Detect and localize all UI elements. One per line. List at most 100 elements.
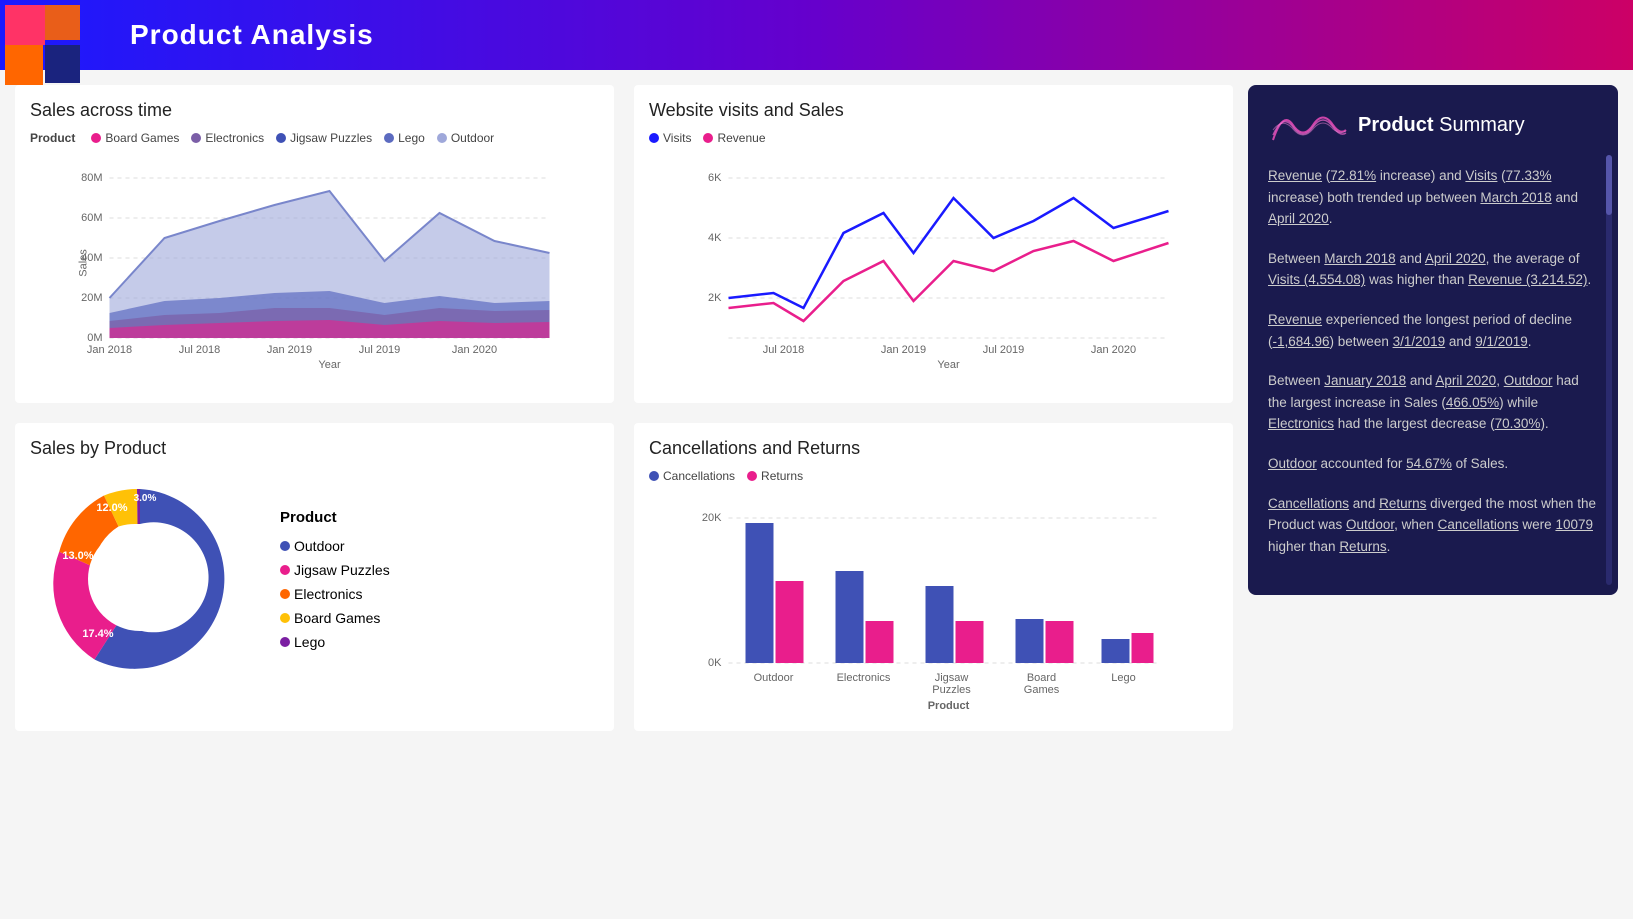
returns-label: Returns	[761, 469, 803, 483]
website-visits-title: Website visits and Sales	[649, 100, 1218, 121]
lego-label: Lego	[398, 131, 425, 145]
outdoor-label: Outdoor	[451, 131, 494, 145]
svg-text:Year: Year	[937, 359, 960, 371]
svg-text:Lego: Lego	[1111, 672, 1135, 684]
svg-text:Puzzles: Puzzles	[932, 684, 971, 696]
visits-dot	[649, 133, 659, 143]
outdoor-product-dot	[280, 541, 290, 551]
main-content: Sales across time Product Board Games El…	[0, 70, 1633, 746]
electronics-product-label: Electronics	[294, 586, 362, 602]
svg-text:Jul 2019: Jul 2019	[983, 344, 1025, 356]
returns-dot	[747, 471, 757, 481]
svg-text:Board: Board	[1027, 672, 1056, 684]
electronics-dot	[191, 133, 201, 143]
svg-text:Outdoor: Outdoor	[754, 672, 794, 684]
legend-outdoor-product: Outdoor	[280, 538, 390, 554]
svg-text:12.0%: 12.0%	[96, 502, 127, 514]
outdoor-dot	[437, 133, 447, 143]
board-games-label: Board Games	[105, 131, 179, 145]
svg-text:Jan 2020: Jan 2020	[452, 344, 497, 356]
legend-outdoor: Outdoor	[437, 131, 494, 145]
svg-text:Sales: Sales	[78, 249, 90, 277]
svg-text:Jul 2019: Jul 2019	[359, 344, 401, 356]
svg-text:60M: 60M	[81, 212, 102, 224]
wave-icon	[1268, 105, 1348, 145]
svg-text:13.0%: 13.0%	[62, 550, 93, 562]
logo-sq1	[5, 5, 45, 45]
svg-text:80M: 80M	[81, 172, 102, 184]
page-title: Product Analysis	[130, 19, 374, 51]
svg-text:Jul 2018: Jul 2018	[179, 344, 221, 356]
svg-text:2K: 2K	[708, 292, 722, 304]
header: Product Analysis	[0, 0, 1633, 70]
lego-product-dot	[280, 637, 290, 647]
visits-legend: Visits Revenue	[649, 131, 1218, 145]
revenue-label: Revenue	[717, 131, 765, 145]
board-games-product-label: Board Games	[294, 610, 380, 626]
svg-text:Jan 2019: Jan 2019	[267, 344, 312, 356]
svg-text:0K: 0K	[708, 657, 722, 669]
electronics-label: Electronics	[205, 131, 264, 145]
legend-board-games: Board Games	[91, 131, 179, 145]
header-logo	[0, 0, 85, 120]
lego-product-label: Lego	[294, 634, 325, 650]
legend-jigsaw: Jigsaw Puzzles	[276, 131, 372, 145]
cancellations-chart: 20K 0K	[649, 491, 1218, 716]
summary-para-5: Outdoor accounted for 54.67% of Sales.	[1268, 453, 1598, 475]
logo-sq4	[45, 45, 80, 83]
legend-lego: Lego	[384, 131, 425, 145]
sales-time-legend: Product Board Games Electronics Jigsaw P…	[30, 131, 599, 145]
scrollbar-thumb[interactable]	[1606, 155, 1612, 215]
svg-text:54.7%: 54.7%	[169, 560, 200, 572]
visits-label: Visits	[663, 131, 691, 145]
jigsaw-label: Jigsaw Puzzles	[290, 131, 372, 145]
scrollbar-track[interactable]	[1606, 155, 1612, 585]
product-legend: Product Outdoor Jigsaw Puzzles Electroni…	[280, 509, 390, 650]
svg-text:Jan 2020: Jan 2020	[1091, 344, 1136, 356]
logo-sq3	[5, 45, 43, 85]
product-legend-title: Product	[280, 509, 390, 526]
svg-text:20K: 20K	[702, 512, 722, 524]
legend-returns: Returns	[747, 469, 803, 483]
svg-text:Product: Product	[928, 700, 970, 711]
summary-para-2: Between March 2018 and April 2020, the a…	[1268, 248, 1598, 291]
summary-panel: Product Summary Revenue (72.81% increase…	[1248, 85, 1618, 595]
website-visits-section: Website visits and Sales Visits Revenue …	[634, 85, 1233, 403]
cancellations-legend: Cancellations Returns	[649, 469, 1218, 483]
sales-across-time-title: Sales across time	[30, 100, 599, 121]
cancellations-section: Cancellations and Returns Cancellations …	[634, 423, 1233, 731]
logo-sq2	[45, 5, 80, 40]
donut-chart: 54.7% 17.4% 13.0% 12.0% 3.0%	[30, 469, 250, 689]
svg-text:6K: 6K	[708, 172, 722, 184]
sales-product-content: 54.7% 17.4% 13.0% 12.0% 3.0% Product Out…	[30, 469, 599, 689]
electronics-product-dot	[280, 589, 290, 599]
svg-text:Jigsaw: Jigsaw	[935, 672, 969, 684]
summary-para-4: Between January 2018 and April 2020, Out…	[1268, 370, 1598, 435]
svg-text:0M: 0M	[87, 332, 102, 344]
sales-by-product-section: Sales by Product	[15, 423, 614, 731]
legend-revenue: Revenue	[703, 131, 765, 145]
jigsaw-dot	[276, 133, 286, 143]
summary-para-3: Revenue experienced the longest period o…	[1268, 309, 1598, 352]
svg-text:4K: 4K	[708, 232, 722, 244]
legend-jigsaw-product: Jigsaw Puzzles	[280, 562, 390, 578]
board-games-product-dot	[280, 613, 290, 623]
revenue-dot	[703, 133, 713, 143]
svg-text:Jan 2018: Jan 2018	[87, 344, 132, 356]
svg-text:Jan 2019: Jan 2019	[881, 344, 926, 356]
summary-para-6: Cancellations and Returns diverged the m…	[1268, 493, 1598, 558]
board-games-dot	[91, 133, 101, 143]
legend-board-games-product: Board Games	[280, 610, 390, 626]
legend-electronics-product: Electronics	[280, 586, 390, 602]
legend-visits: Visits	[649, 131, 691, 145]
svg-text:Jul 2018: Jul 2018	[763, 344, 805, 356]
charts-area: Sales across time Product Board Games El…	[15, 85, 1233, 731]
cancellations-label: Cancellations	[663, 469, 735, 483]
legend-lego-product: Lego	[280, 634, 390, 650]
summary-header: Product Summary	[1268, 105, 1598, 145]
lego-dot	[384, 133, 394, 143]
jigsaw-product-label: Jigsaw Puzzles	[294, 562, 390, 578]
sales-time-chart: 80M 60M 40M 20M 0M Sales	[30, 153, 599, 388]
sales-across-time-section: Sales across time Product Board Games El…	[15, 85, 614, 403]
sales-by-product-title: Sales by Product	[30, 438, 599, 459]
